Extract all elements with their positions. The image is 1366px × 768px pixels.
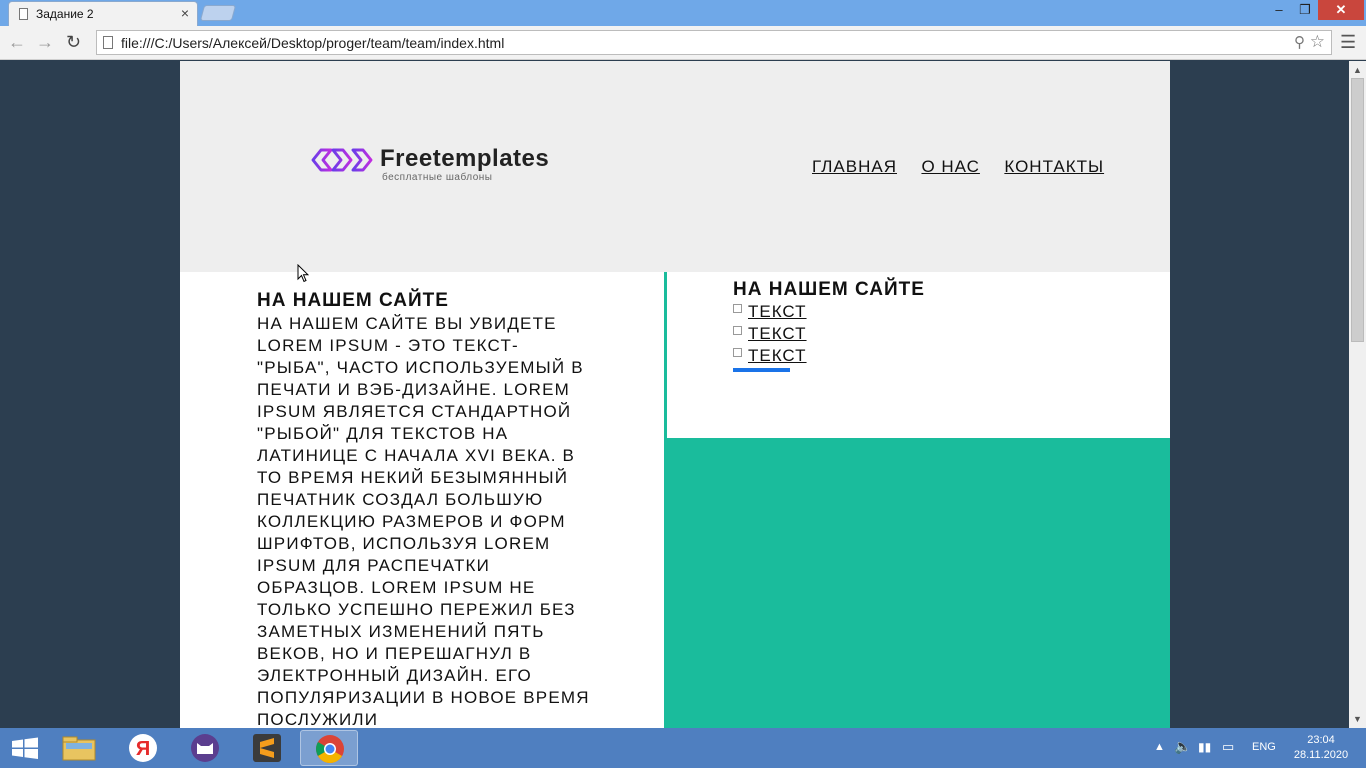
maximize-button[interactable]: ❐ — [1292, 0, 1318, 20]
show-hidden-icons[interactable]: ▲ — [1154, 741, 1165, 768]
scroll-down-icon[interactable]: ▼ — [1353, 714, 1362, 724]
windows-start-icon[interactable] — [0, 728, 50, 768]
checkbox-icon — [733, 348, 742, 357]
tab-close-icon[interactable]: × — [181, 5, 189, 21]
taskbar-app-cat[interactable] — [176, 730, 234, 766]
new-tab-button[interactable] — [199, 5, 237, 21]
checkbox-icon — [733, 326, 742, 335]
address-bar[interactable]: file:///C:/Users/Алексей/Desktop/proger/… — [96, 30, 1332, 55]
vertical-scrollbar[interactable]: ▲ ▼ — [1349, 61, 1366, 728]
sublime-text-icon — [253, 734, 281, 762]
browser-titlebar: Задание 2 × – ❐ ✕ — [0, 0, 1366, 26]
chrome-icon — [316, 735, 344, 763]
right-list: ТЕКСТ ТЕКСТ ТЕКСТ — [733, 302, 807, 368]
mouse-cursor-icon — [297, 264, 309, 283]
list-item: ТЕКСТ — [733, 302, 807, 324]
taskbar-explorer[interactable] — [50, 730, 108, 766]
list-item: ТЕКСТ — [733, 324, 807, 346]
volume-icon[interactable]: 🔈 — [1174, 738, 1191, 768]
page-icon — [103, 36, 113, 49]
logo-subtitle: бесплатные шаблоны — [382, 172, 493, 183]
document-icon — [19, 8, 28, 20]
taskbar-chrome[interactable] — [300, 730, 358, 766]
folder-icon — [62, 736, 96, 761]
main-nav: ГЛАВНАЯ О НАС КОНТАКТЫ — [812, 157, 1124, 177]
checkbox-icon — [733, 304, 742, 313]
network-signal-icon[interactable]: ▮▮ — [1198, 740, 1211, 768]
reload-icon[interactable]: ↻ — [66, 32, 81, 53]
logo-name: Freetemplates — [380, 145, 550, 172]
minimize-button[interactable]: – — [1266, 0, 1292, 20]
left-column: НА НАШЕМ САЙТЕ на нашем сайте вы увидете… — [257, 289, 591, 728]
svg-text:Я: Я — [136, 738, 150, 760]
scroll-up-icon[interactable]: ▲ — [1353, 65, 1362, 75]
close-window-button[interactable]: ✕ — [1318, 0, 1364, 20]
zoom-icon[interactable]: ⚲ — [1294, 33, 1305, 51]
nav-link-home[interactable]: ГЛАВНАЯ — [812, 157, 897, 176]
cat-app-icon — [191, 734, 219, 762]
page-viewport: Freetemplates бесплатные шаблоны ГЛАВНАЯ… — [0, 61, 1349, 728]
scrollbar-thumb[interactable] — [1351, 78, 1364, 342]
nav-link-contacts[interactable]: КОНТАКТЫ — [1004, 157, 1104, 176]
browser-tab[interactable]: Задание 2 × — [8, 1, 198, 26]
left-heading: НА НАШЕМ САЙТЕ — [257, 290, 449, 311]
right-card: НА НАШЕМ САЙТЕ ТЕКСТ ТЕКСТ ТЕКСТ — [667, 272, 1170, 438]
page-container: Freetemplates бесплатные шаблоны ГЛАВНАЯ… — [180, 61, 1170, 728]
left-text: на нашем сайте вы увидете Lorem Ipsum - … — [257, 314, 590, 728]
back-arrow-icon[interactable]: ← — [8, 32, 26, 53]
list-link[interactable]: ТЕКСТ — [748, 346, 807, 365]
logo-mark-icon — [311, 148, 373, 172]
forward-arrow-icon[interactable]: → — [36, 32, 54, 53]
green-panel — [664, 438, 1170, 728]
browser-toolbar: ← → ↻ file:///C:/Users/Алексей/Desktop/p… — [0, 26, 1366, 60]
language-indicator[interactable]: ENG — [1252, 741, 1276, 768]
windows-taskbar: Я ▲ 🔈 ▮▮ ▭ ENG 23:04 28.11.2020 — [0, 728, 1366, 768]
site-header: Freetemplates бесплатные шаблоны ГЛАВНАЯ… — [180, 61, 1170, 272]
clock-time: 23:04 — [1307, 734, 1335, 746]
taskbar-clock[interactable]: 23:04 28.11.2020 — [1290, 733, 1352, 763]
clock-date: 28.11.2020 — [1293, 749, 1349, 761]
bookmark-star-icon[interactable]: ☆ — [1310, 32, 1325, 52]
taskbar-yandex-browser[interactable]: Я — [114, 730, 172, 766]
list-link[interactable]: ТЕКСТ — [748, 324, 807, 343]
battery-icon[interactable]: ▭ — [1222, 739, 1234, 768]
yandex-icon: Я — [129, 734, 157, 762]
address-url[interactable]: file:///C:/Users/Алексей/Desktop/proger/… — [121, 35, 504, 51]
right-heading: НА НАШЕМ САЙТЕ — [733, 279, 925, 300]
nav-link-about[interactable]: О НАС — [921, 157, 979, 176]
list-link[interactable]: ТЕКСТ — [748, 302, 807, 321]
list-item: ТЕКСТ — [733, 346, 807, 368]
menu-icon[interactable]: ☰ — [1340, 32, 1356, 53]
tab-title: Задание 2 — [36, 7, 94, 21]
accent-bar — [733, 368, 790, 372]
taskbar-sublime-text[interactable] — [238, 730, 296, 766]
